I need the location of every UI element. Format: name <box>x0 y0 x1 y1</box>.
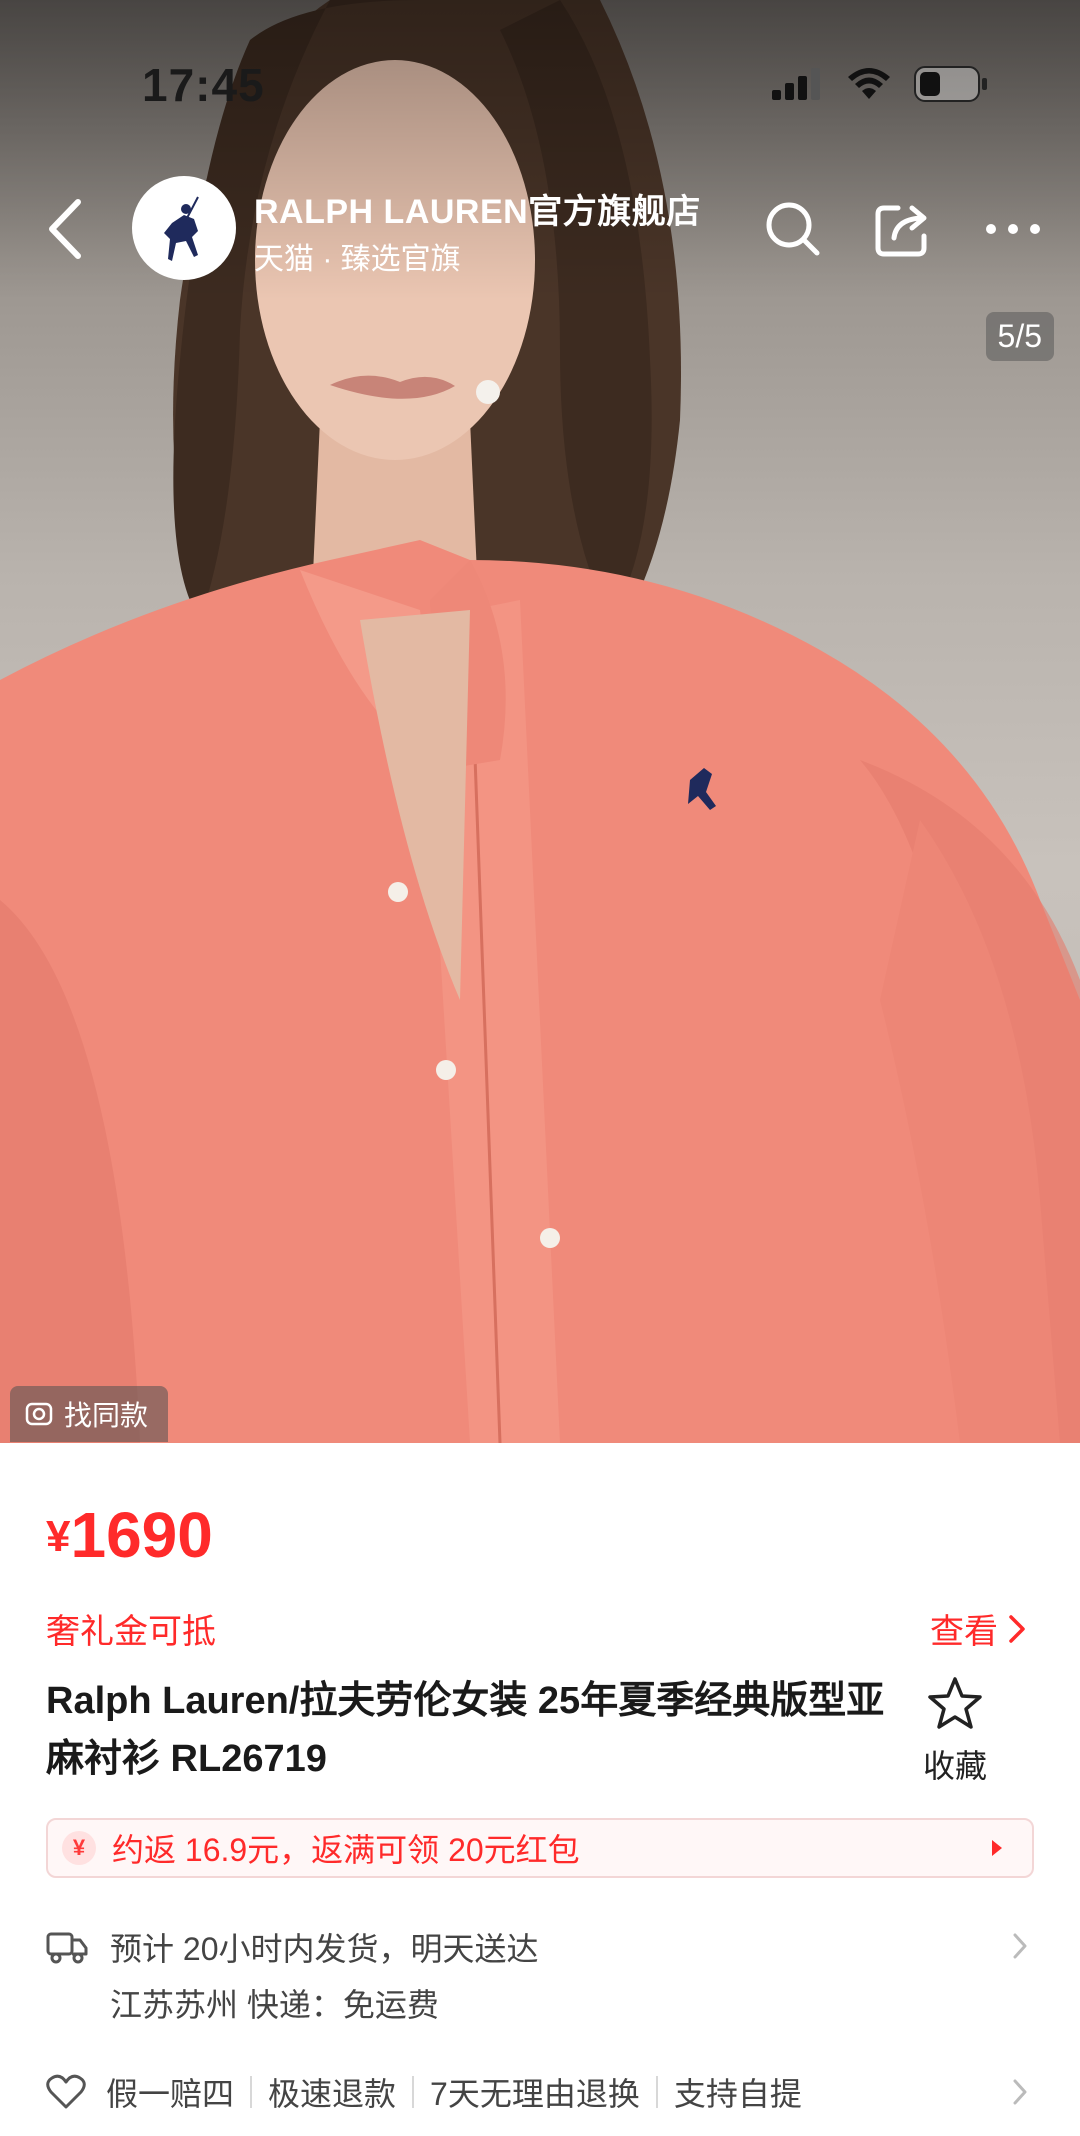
favorite-label: 收藏 <box>922 1748 987 1784</box>
caret-right-icon <box>992 1840 1002 1856</box>
image-counter: 5/5 <box>985 312 1054 361</box>
favorite-button[interactable]: 收藏 <box>900 1676 1010 1787</box>
guarantee-item: 支持自提 <box>673 2076 802 2112</box>
coupon-view-label: 查看 <box>930 1613 998 1651</box>
cashback-banner[interactable]: ¥ 约返 16.9元，返满可领 20元红包 <box>46 1818 1034 1878</box>
guarantee-item: 7天无理由退换 <box>430 2076 640 2112</box>
search-button[interactable] <box>758 194 828 264</box>
share-button[interactable] <box>868 194 938 264</box>
find-same-button[interactable]: 找同款 <box>10 1386 169 1442</box>
shop-header: RALPH LAUREN官方旗舰店 天猫 · 臻选官旗 <box>0 170 1080 286</box>
shop-subtitle: 天猫 · 臻选官旗 <box>254 243 461 276</box>
product-title: Ralph Lauren/拉夫劳伦女装 25年夏季经典版型亚麻衬衫 RL2671… <box>46 1680 885 1780</box>
guarantee-item: 极速退款 <box>268 2076 397 2112</box>
camera-icon <box>25 1402 53 1426</box>
status-bar: 17:45 <box>0 0 1080 120</box>
more-icon <box>986 224 1040 234</box>
shipping-estimate: 预计 20小时内发货，明天送达 <box>110 1931 539 1967</box>
product-image-gallery[interactable]: 17:45 RALPH LAUREN官方旗舰店 天猫 · 臻选官旗 5/5 找同… <box>0 0 1080 1443</box>
divider <box>412 2076 415 2108</box>
coupon-label: 奢礼金可抵 <box>46 1613 216 1651</box>
chevron-right-icon <box>1013 1933 1027 1959</box>
more-button[interactable] <box>978 194 1048 264</box>
coupon-row: 奢礼金可抵 查看 <box>46 1604 1026 1651</box>
polo-pony-logo-icon <box>164 196 199 261</box>
divider <box>655 2076 658 2108</box>
back-button[interactable] <box>40 194 90 264</box>
signal-icon <box>772 68 820 100</box>
delivery-truck-icon <box>46 1932 88 1964</box>
divider <box>250 2076 253 2108</box>
shipping-row[interactable]: 预计 20小时内发货，明天送达 江苏苏州 快递：免运费 <box>46 1924 1034 2044</box>
status-time: 17:45 <box>142 59 265 111</box>
shipping-origin-fee: 江苏苏州 快递：免运费 <box>110 1987 439 2023</box>
star-icon <box>928 1677 982 1729</box>
product-price: ¥1690 <box>46 1498 213 1572</box>
price-currency: ¥ <box>46 1512 71 1561</box>
shop-name[interactable]: RALPH LAUREN官方旗舰店 <box>254 184 701 233</box>
chevron-right-icon <box>1009 1614 1025 1643</box>
coupon-view-link[interactable]: 查看 <box>930 1604 1026 1653</box>
wifi-icon <box>848 68 890 99</box>
price-value: 1690 <box>70 1499 213 1571</box>
cashback-yen-icon: ¥ <box>62 1831 96 1865</box>
battery-icon <box>914 66 987 102</box>
status-icons <box>772 66 988 102</box>
shop-logo[interactable] <box>132 176 236 280</box>
guarantee-item: 假一赔四 <box>106 2076 235 2112</box>
chevron-right-icon <box>1013 2079 1027 2105</box>
service-guarantees-row[interactable]: 假一赔四 极速退款 7天无理由退换 支持自提 <box>46 2064 1034 2120</box>
cashback-text: 约返 16.9元，返满可领 20元红包 <box>112 1832 580 1868</box>
heart-icon <box>46 2074 86 2109</box>
share-icon <box>875 205 927 257</box>
back-icon <box>49 199 81 259</box>
search-icon <box>766 202 820 256</box>
find-same-label: 找同款 <box>64 1400 149 1431</box>
